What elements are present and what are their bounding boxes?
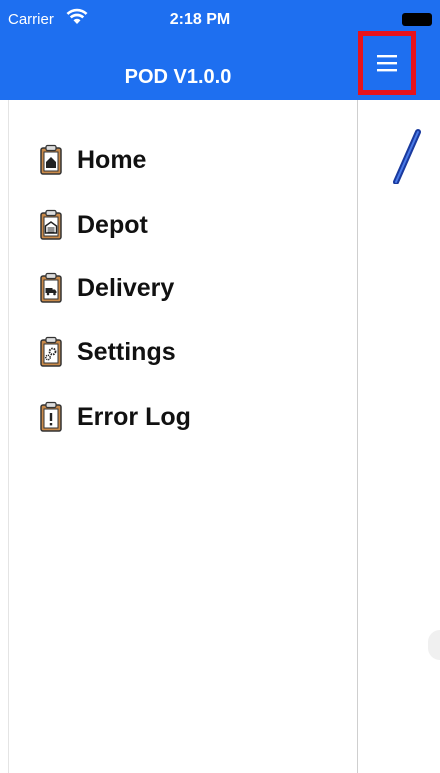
depot-clipboard-icon xyxy=(40,209,62,240)
drawer-item-home[interactable]: Home xyxy=(39,140,146,180)
hamburger-menu-button[interactable] xyxy=(358,31,416,95)
delivery-clipboard-icon xyxy=(40,272,62,303)
drawer-item-label: Depot xyxy=(77,210,148,239)
drawer-item-label: Settings xyxy=(77,337,176,366)
error-clipboard-icon xyxy=(40,401,62,432)
drawer-item-error-log[interactable]: Error Log xyxy=(39,397,191,437)
settings-clipboard-icon xyxy=(40,336,62,367)
hamburger-menu-icon xyxy=(377,55,397,72)
drawer-item-settings[interactable]: Settings xyxy=(39,332,176,372)
battery-icon xyxy=(402,13,432,26)
drawer-item-delivery[interactable]: Delivery xyxy=(39,268,174,308)
side-drawer: Home Depot Delivery Settings Error Log xyxy=(8,100,358,773)
pen-icon xyxy=(393,129,421,184)
drawer-item-label: Delivery xyxy=(77,273,175,302)
status-time: 2:18 PM xyxy=(169,11,231,28)
main-content-edge xyxy=(356,100,440,773)
drawer-item-label: Error Log xyxy=(77,402,191,431)
drawer-item-label: Home xyxy=(77,145,147,174)
scroll-handle[interactable] xyxy=(428,630,440,660)
drawer-item-depot[interactable]: Depot xyxy=(39,205,148,245)
page-title: POD V1.0.0 xyxy=(124,66,232,88)
home-clipboard-icon xyxy=(40,144,62,175)
